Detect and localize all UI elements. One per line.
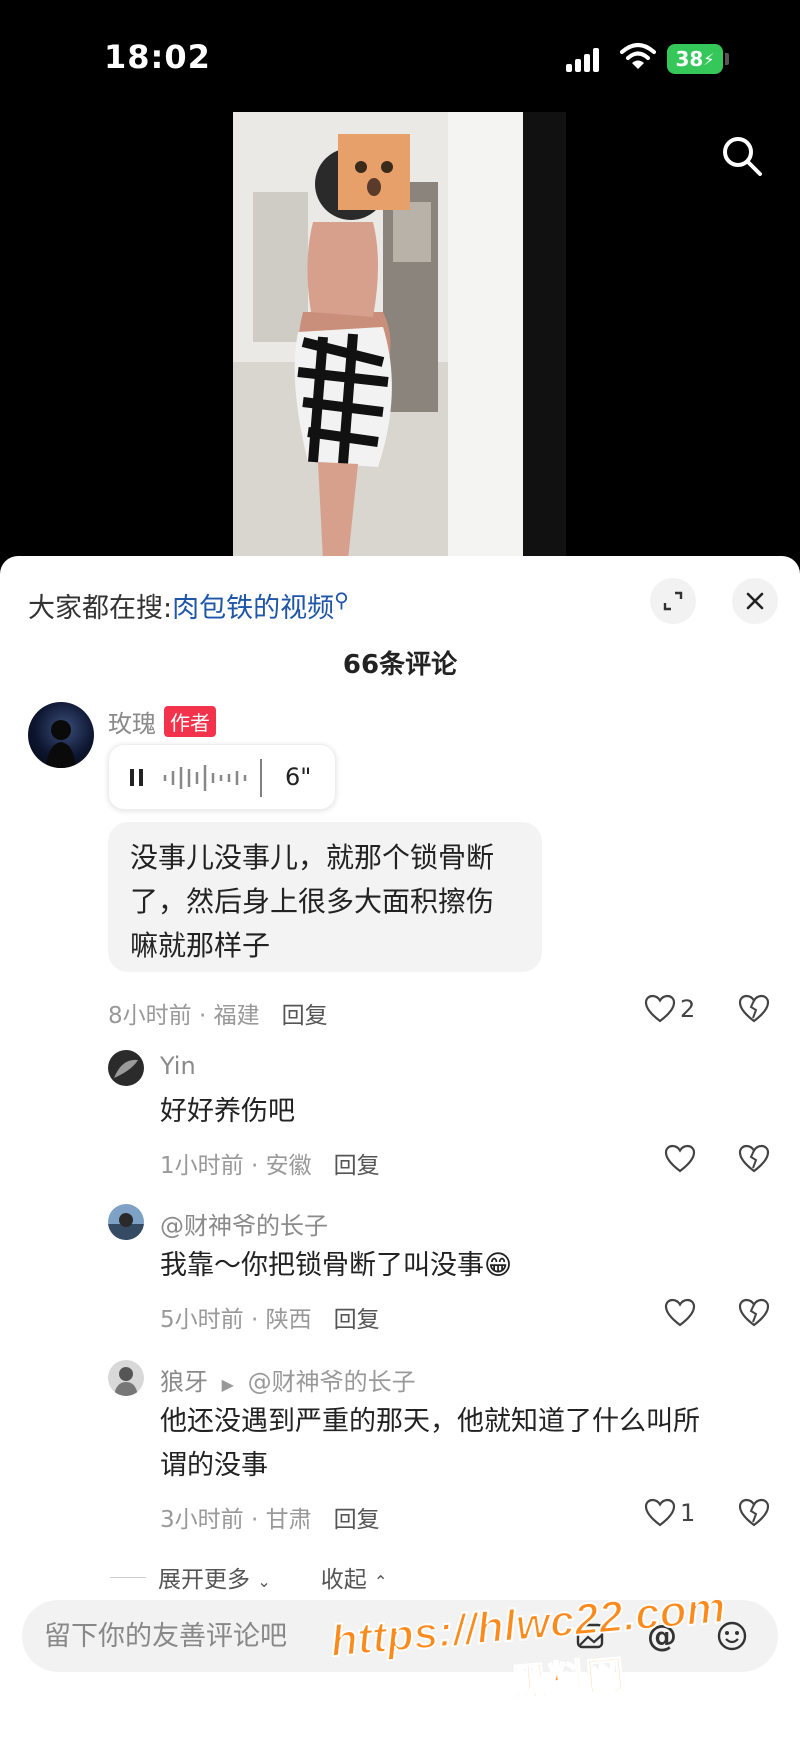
- reply-username[interactable]: Yin: [160, 1052, 196, 1080]
- reply-time-location: 1小时前 · 安徽: [160, 1153, 312, 1179]
- avatar[interactable]: [108, 1050, 144, 1086]
- voice-message[interactable]: 6": [108, 744, 336, 810]
- search-suggestion-prefix: 大家都在搜:: [28, 593, 173, 624]
- battery-indicator: 38 ⚡: [667, 44, 723, 74]
- avatar-image: [114, 1059, 138, 1078]
- collapse-button[interactable]: 收起 ⌃: [321, 1560, 388, 1594]
- avatar-image: [114, 1367, 138, 1396]
- like-button[interactable]: 2: [644, 994, 695, 1024]
- reply-button[interactable]: 回复: [334, 1507, 380, 1533]
- chevron-down-icon: ⌄: [257, 1572, 271, 1591]
- comment-time-location: 8小时前 · 福建: [108, 1003, 260, 1029]
- comment-count: 66条评论: [342, 650, 458, 680]
- signal-icon: [566, 46, 606, 72]
- collapse-label[interactable]: 收起: [321, 1567, 367, 1593]
- author-badge: 作者: [164, 706, 216, 737]
- video-thumbnail: [233, 112, 566, 560]
- reply-meta: 5小时前 · 陕西 回复: [160, 1300, 380, 1334]
- reply-meta: 3小时前 · 甘肃 回复: [160, 1500, 380, 1534]
- close-button[interactable]: [732, 578, 778, 624]
- voice-duration: 6": [285, 763, 312, 791]
- status-time: 18:02: [104, 38, 211, 76]
- battery-level: 38: [675, 47, 704, 71]
- status-bar: 18:02 38 ⚡: [0, 0, 800, 110]
- reply-username[interactable]: @财神爷的长子: [160, 1206, 328, 1241]
- reply-button[interactable]: 回复: [282, 1003, 328, 1029]
- watermark-site-name: 黑料网: [508, 1651, 627, 1706]
- heart-icon: [644, 994, 676, 1023]
- like-button[interactable]: 1: [644, 1498, 695, 1528]
- comment-username[interactable]: 玫瑰 作者: [108, 704, 216, 739]
- expand-collapse-row: 展开更多 ⌄ 收起 ⌃: [110, 1560, 387, 1594]
- reply-username-text[interactable]: 狼牙: [160, 1368, 208, 1396]
- reply-button[interactable]: 回复: [334, 1307, 380, 1333]
- reply-time-location: 5小时前 · 陕西: [160, 1307, 312, 1333]
- search-suggestion-keyword[interactable]: 肉包铁的视频: [172, 593, 334, 624]
- search-icon[interactable]: [718, 132, 766, 180]
- comment-username-text[interactable]: 玫瑰: [108, 710, 156, 738]
- video-frame[interactable]: [233, 112, 566, 560]
- heart-icon: [644, 1498, 676, 1527]
- reply-meta: 1小时前 · 安徽 回复: [160, 1146, 380, 1180]
- heart-icon[interactable]: [664, 1144, 696, 1174]
- expand-button[interactable]: [650, 578, 696, 624]
- reply-to-username[interactable]: @财神爷的长子: [248, 1368, 416, 1396]
- comment-text: 没事儿没事儿，就那个锁骨断了，然后身上很多大面积擦伤嘛就那样子: [108, 822, 542, 972]
- reply-text-line-1: 他还没遇到严重的那天，他就知道了什么叫所: [160, 1406, 700, 1437]
- comment-sheet: 大家都在搜:肉包铁的视频⚲ 66条评论 玫瑰 作者 6" 没事儿没事儿，就那个锁…: [0, 556, 800, 1739]
- chevron-up-icon: ⌃: [374, 1572, 388, 1591]
- divider-line: [110, 1576, 146, 1578]
- expand-more-label[interactable]: 展开更多: [158, 1567, 250, 1593]
- video-area[interactable]: [0, 110, 800, 560]
- expand-more-button[interactable]: 展开更多 ⌄: [158, 1560, 271, 1594]
- broken-heart-icon[interactable]: [738, 994, 770, 1024]
- avatar-image: [108, 1213, 144, 1240]
- avatar[interactable]: [108, 1360, 144, 1396]
- reply-time-location: 3小时前 · 甘肃: [160, 1507, 312, 1533]
- like-count: 2: [680, 995, 696, 1023]
- search-suggestion[interactable]: 大家都在搜:肉包铁的视频⚲: [28, 586, 349, 625]
- heart-icon[interactable]: [664, 1298, 696, 1328]
- reply-text: 好好养伤吧: [160, 1096, 295, 1127]
- expand-icon: [663, 591, 683, 611]
- reply-button[interactable]: 回复: [334, 1153, 380, 1179]
- broken-heart-icon[interactable]: [738, 1144, 770, 1174]
- battery-tip: [725, 53, 729, 65]
- reply-username[interactable]: 狼牙 ▶ @财神爷的长子: [160, 1362, 416, 1397]
- reply-text-line-2: 谓的没事: [160, 1450, 268, 1481]
- comment-meta: 8小时前 · 福建 回复: [108, 996, 328, 1030]
- reply-arrow-icon: ▶: [221, 1375, 234, 1394]
- small-search-icon: ⚲: [334, 588, 349, 612]
- broken-heart-icon[interactable]: [738, 1498, 770, 1528]
- waveform-icon: [163, 759, 262, 797]
- avatar[interactable]: [28, 702, 94, 768]
- avatar-image: [46, 720, 76, 768]
- broken-heart-icon[interactable]: [738, 1298, 770, 1328]
- reply-text: 我靠～你把锁骨断了叫没事😁: [160, 1250, 513, 1281]
- like-count: 1: [680, 1499, 696, 1527]
- wifi-icon: [620, 43, 656, 69]
- pause-icon[interactable]: [129, 766, 145, 790]
- close-icon: [746, 592, 764, 610]
- avatar[interactable]: [108, 1204, 144, 1240]
